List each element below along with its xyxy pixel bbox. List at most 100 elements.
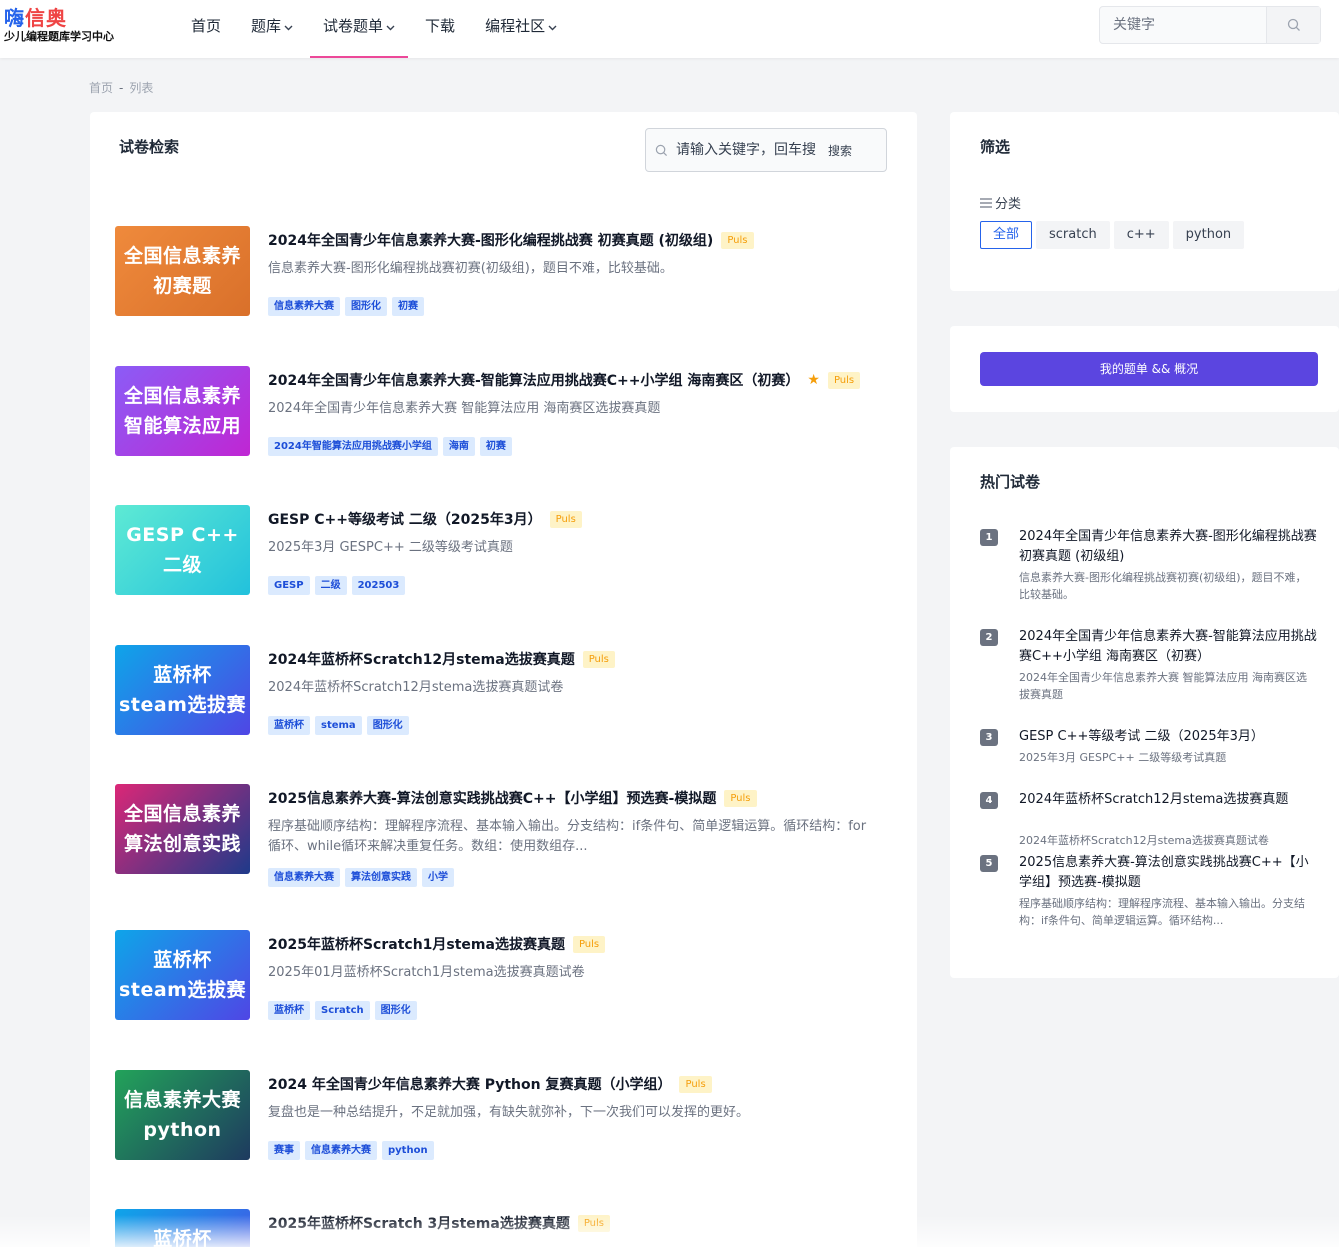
paper-title[interactable]: GESP C++等级考试 二级（2025年3月） bbox=[268, 509, 542, 529]
header-search-button[interactable] bbox=[1266, 7, 1320, 43]
paper-tag[interactable]: Scratch bbox=[315, 1001, 370, 1020]
paper-title[interactable]: 2025信息素养大赛-算法创意实践挑战赛C++【小学组】预选赛-模拟题 bbox=[268, 788, 716, 808]
paper-thumbnail[interactable]: GESP C++ 二级 bbox=[115, 505, 250, 595]
paper-tags: GESP 二级 202503 bbox=[268, 576, 888, 595]
paper-tag[interactable]: 202503 bbox=[351, 576, 406, 595]
paper-item[interactable]: 全国信息素养 初赛题 2024年全国青少年信息素养大赛-图形化编程挑战赛 初赛真题 … bbox=[115, 226, 895, 326]
nav-item-label: 首页 bbox=[191, 17, 222, 35]
paper-tag[interactable]: 小学 bbox=[422, 868, 454, 887]
paper-item[interactable]: 全国信息素养 智能算法应用 2024年全国青少年信息素养大赛-智能算法应用挑战赛C+… bbox=[115, 366, 895, 466]
thumbnail-text: 算法创意实践 bbox=[123, 833, 241, 855]
paper-item[interactable]: 蓝桥杯steam选拔赛 2025年蓝桥杯Scratch 3月stema选拔赛真题 P… bbox=[115, 1209, 895, 1247]
nav-item-4[interactable]: 编程社区 bbox=[472, 0, 570, 58]
paper-item[interactable]: 蓝桥杯 steam选拔赛 2024年蓝桥杯Scratch12月stema选拔赛真题 P… bbox=[115, 645, 895, 745]
paper-thumbnail[interactable]: 信息素养大赛 python bbox=[115, 1070, 250, 1160]
paper-tag[interactable]: 图形化 bbox=[374, 1001, 417, 1020]
paper-description: 2024年全国青少年信息素养大赛 智能算法应用 海南赛区选拔赛真题 bbox=[268, 401, 661, 416]
paper-tags: 蓝桥杯 Scratch 图形化 bbox=[268, 1001, 888, 1020]
search-icon bbox=[1287, 18, 1300, 31]
nav-item-0[interactable]: 首页 bbox=[178, 0, 234, 58]
header-search-input[interactable] bbox=[1100, 7, 1266, 43]
nav-item-3[interactable]: 下载 bbox=[412, 0, 468, 58]
hot-paper-description: 2024年蓝桥杯Scratch12月stema选拔赛真题试卷 bbox=[1019, 834, 1269, 847]
list-icon bbox=[980, 197, 992, 208]
paper-tag[interactable]: 二级 bbox=[314, 576, 347, 595]
paper-info: GESP C++等级考试 二级（2025年3月） Puls 2025年3月 GESP… bbox=[268, 509, 888, 595]
paper-item[interactable]: GESP C++ 二级 GESP C++等级考试 二级（2025年3月） Puls 20… bbox=[115, 505, 895, 605]
filter-option-2[interactable]: c++ bbox=[1113, 221, 1169, 249]
nav-item-2[interactable]: 试卷题单 bbox=[310, 0, 409, 58]
hot-rank-badge: 5 bbox=[980, 855, 998, 872]
paper-title[interactable]: 2024年全国青少年信息素养大赛-图形化编程挑战赛 初赛真题 (初级组) bbox=[268, 230, 713, 250]
paper-tag[interactable]: 初赛 bbox=[392, 297, 424, 316]
paper-search-input[interactable] bbox=[676, 142, 816, 158]
nav-item-label: 下载 bbox=[425, 17, 456, 35]
thumbnail-text: steam选拔赛 bbox=[119, 694, 246, 716]
thumbnail-text: 全国信息素养 bbox=[123, 385, 241, 407]
thumbnail-text: 全国信息素养 bbox=[123, 245, 241, 267]
paper-tag[interactable]: 图形化 bbox=[345, 297, 387, 316]
thumbnail-text: 初赛题 bbox=[153, 275, 212, 297]
hot-papers-card: 热门试卷 1 2024年全国青少年信息素养大赛-图形化编程挑战赛 初赛真题 (初级… bbox=[950, 447, 1339, 978]
paper-title[interactable]: 2024 年全国青少年信息素养大赛 Python 复赛真题（小学组） bbox=[268, 1074, 671, 1094]
thumbnail-text: GESP C++ bbox=[126, 524, 239, 546]
paper-description: 信息素养大赛-图形化编程挑战赛初赛(初级组)，题目不难，比较基础。 bbox=[268, 261, 673, 276]
paper-tag[interactable]: 图形化 bbox=[366, 716, 409, 735]
hot-rank-badge: 4 bbox=[980, 792, 998, 809]
paper-tag[interactable]: 2024年智能算法应用挑战赛小学组 bbox=[268, 437, 438, 456]
hot-paper-title[interactable]: GESP C++等级考试 二级（2025年3月） bbox=[1019, 727, 1317, 747]
paper-search-box: 搜索 bbox=[645, 128, 887, 172]
paper-tag[interactable]: 初赛 bbox=[479, 437, 512, 456]
paper-tag[interactable]: 算法创意实践 bbox=[345, 868, 417, 887]
filter-option-3[interactable]: python bbox=[1172, 221, 1245, 249]
hot-paper-title[interactable]: 2025信息素养大赛-算法创意实践挑战赛C++【小学组】预选赛-模拟题 bbox=[1019, 853, 1317, 893]
paper-tag[interactable]: python bbox=[382, 1141, 434, 1160]
chevron-down-icon bbox=[386, 23, 395, 34]
thumbnail-text: python bbox=[143, 1119, 222, 1141]
hot-paper-title[interactable]: 2024年全国青少年信息素养大赛-图形化编程挑战赛 初赛真题 (初级组) bbox=[1019, 527, 1317, 567]
paper-search-card: 试卷检索 搜索 全国信息素养初赛题2024年全国青少年信息素养大赛-图形化编程挑… bbox=[90, 112, 917, 1247]
paper-info: 2025年蓝桥杯Scratch1月stema选拔赛真题 Puls 2025年01月蓝… bbox=[268, 934, 888, 1020]
paper-title[interactable]: 2025年蓝桥杯Scratch 3月stema选拔赛真题 bbox=[268, 1213, 570, 1233]
paper-title[interactable]: 2024年全国青少年信息素养大赛-智能算法应用挑战赛C++小学组 海南赛区（初赛… bbox=[268, 370, 799, 390]
paper-thumbnail[interactable]: 全国信息素养 初赛题 bbox=[115, 226, 250, 316]
site-logo[interactable]: 嗨信奥 少儿编程题库学习中心 bbox=[4, 6, 124, 46]
paper-info: 2024年全国青少年信息素养大赛-智能算法应用挑战赛C++小学组 海南赛区（初赛… bbox=[268, 370, 888, 456]
paper-title[interactable]: 2025年蓝桥杯Scratch1月stema选拔赛真题 bbox=[268, 934, 565, 954]
hot-paper-description: 程序基础顺序结构：理解程序流程、基本输入输出。分支结构：if条件句、简单逻辑运算… bbox=[1019, 897, 1305, 927]
paper-item[interactable]: 蓝桥杯 steam选拔赛 2025年蓝桥杯Scratch1月stema选拔赛真题 Pu… bbox=[115, 930, 895, 1030]
paper-item[interactable]: 全国信息素养 算法创意实践 2025信息素养大赛-算法创意实践挑战赛C++【小学组】… bbox=[115, 784, 895, 887]
hot-paper-title[interactable]: 2024年蓝桥杯Scratch12月stema选拔赛真题 bbox=[1019, 790, 1317, 810]
hot-papers-title: 热门试卷 bbox=[980, 473, 1041, 491]
paper-thumbnail[interactable]: 全国信息素养 智能算法应用 bbox=[115, 366, 250, 456]
paper-tag[interactable]: 信息素养大赛 bbox=[305, 1141, 377, 1160]
thumbnail-text: 智能算法应用 bbox=[123, 415, 241, 437]
paper-tag[interactable]: GESP bbox=[268, 576, 310, 595]
filter-option-0[interactable]: 全部 bbox=[980, 221, 1033, 249]
paper-thumbnail[interactable]: 蓝桥杯steam选拔赛 bbox=[115, 1209, 250, 1247]
my-list-button[interactable]: 我的题单 && 概况 bbox=[980, 352, 1318, 386]
paper-thumbnail[interactable]: 全国信息素养 算法创意实践 bbox=[115, 784, 250, 874]
paper-tag[interactable]: 蓝桥杯 bbox=[268, 1001, 310, 1020]
paper-tag[interactable]: stema bbox=[315, 716, 362, 735]
paper-thumbnail[interactable]: 蓝桥杯steam选拔赛 bbox=[115, 645, 250, 735]
nav-item-1[interactable]: 题库 bbox=[238, 0, 306, 58]
breadcrumb-home[interactable]: 首页 bbox=[89, 81, 113, 95]
paper-thumbnail[interactable]: 蓝桥杯steam选拔赛 bbox=[115, 930, 250, 1020]
paper-item[interactable]: 信息素养大赛 python 2024 年全国青少年信息素养大赛 Python 复赛真… bbox=[115, 1070, 895, 1170]
thumbnail-text: 信息素养大赛 bbox=[123, 1089, 241, 1111]
paper-tag[interactable]: 信息素养大赛 bbox=[268, 297, 340, 316]
hot-paper-title[interactable]: 2024年全国青少年信息素养大赛-智能算法应用挑战赛C++小学组 海南赛区（初赛… bbox=[1019, 627, 1317, 667]
hot-rank-badge: 1 bbox=[980, 529, 998, 546]
paper-search-button[interactable]: 搜索 bbox=[828, 142, 852, 159]
paper-tag[interactable]: 海南 bbox=[442, 437, 475, 456]
paper-tag[interactable]: 信息素养大赛 bbox=[268, 868, 340, 887]
hot-rank-badge: 3 bbox=[980, 729, 998, 746]
paper-tags: 蓝桥杯 stema 图形化 bbox=[268, 716, 888, 735]
nav-item-label: 题库 bbox=[251, 17, 282, 35]
paper-title[interactable]: 2024年蓝桥杯Scratch12月stema选拔赛真题 bbox=[268, 649, 575, 669]
paper-tag[interactable]: 赛事 bbox=[268, 1141, 300, 1160]
filter-option-1[interactable]: scratch bbox=[1036, 221, 1110, 249]
paper-tag[interactable]: 蓝桥杯 bbox=[268, 716, 310, 735]
paper-description: 2025年3月 GESPC++ 二级等级考试真题 bbox=[268, 540, 513, 555]
